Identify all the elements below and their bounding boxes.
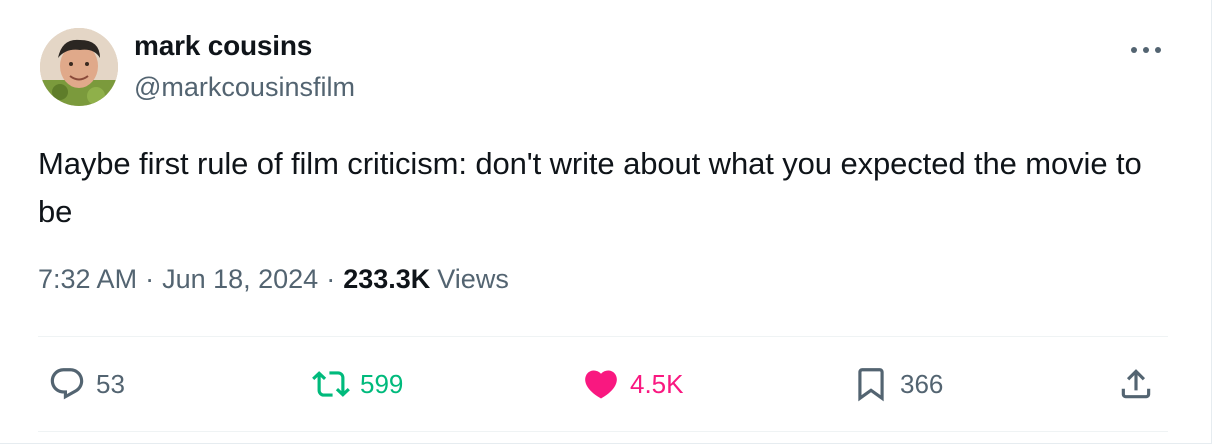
meta-separator: · <box>326 264 336 294</box>
repost-count: 599 <box>360 368 404 399</box>
reply-button[interactable]: 53 <box>48 362 125 406</box>
repost-button[interactable]: 599 <box>312 362 403 406</box>
display-name[interactable]: mark cousins <box>134 30 312 62</box>
views-count[interactable]: 233.3K <box>343 264 430 295</box>
tweet-card: mark cousins @markcousinsfilm Maybe firs… <box>0 0 1212 444</box>
tweet-time[interactable]: 7:32 AM <box>38 264 137 295</box>
like-button[interactable]: 4.5K <box>582 362 684 406</box>
divider <box>38 336 1168 337</box>
tweet-date[interactable]: Jun 18, 2024 <box>162 264 318 295</box>
avatar[interactable] <box>40 28 118 106</box>
views-label: Views <box>437 264 509 294</box>
more-button[interactable] <box>1124 36 1168 64</box>
reply-icon <box>50 368 84 400</box>
repost-icon <box>312 371 350 397</box>
share-button[interactable] <box>1117 362 1155 406</box>
share-icon <box>1121 369 1151 399</box>
bookmark-count: 366 <box>900 368 944 399</box>
user-handle[interactable]: @markcousinsfilm <box>134 72 355 103</box>
divider <box>38 431 1168 432</box>
reply-count: 53 <box>96 368 125 399</box>
meta-separator: · <box>145 264 155 294</box>
bookmark-icon <box>858 368 884 402</box>
tweet-text: Maybe first rule of film criticism: don'… <box>38 146 1142 229</box>
avatar-photo <box>40 28 118 106</box>
heart-filled-icon <box>585 370 617 399</box>
like-count: 4.5K <box>630 368 684 399</box>
tweet-meta: 7:32 AM · Jun 18, 2024 · 233.3K Views <box>38 264 509 295</box>
bookmark-button[interactable]: 366 <box>852 362 943 406</box>
more-horizontal-icon <box>1131 47 1161 53</box>
